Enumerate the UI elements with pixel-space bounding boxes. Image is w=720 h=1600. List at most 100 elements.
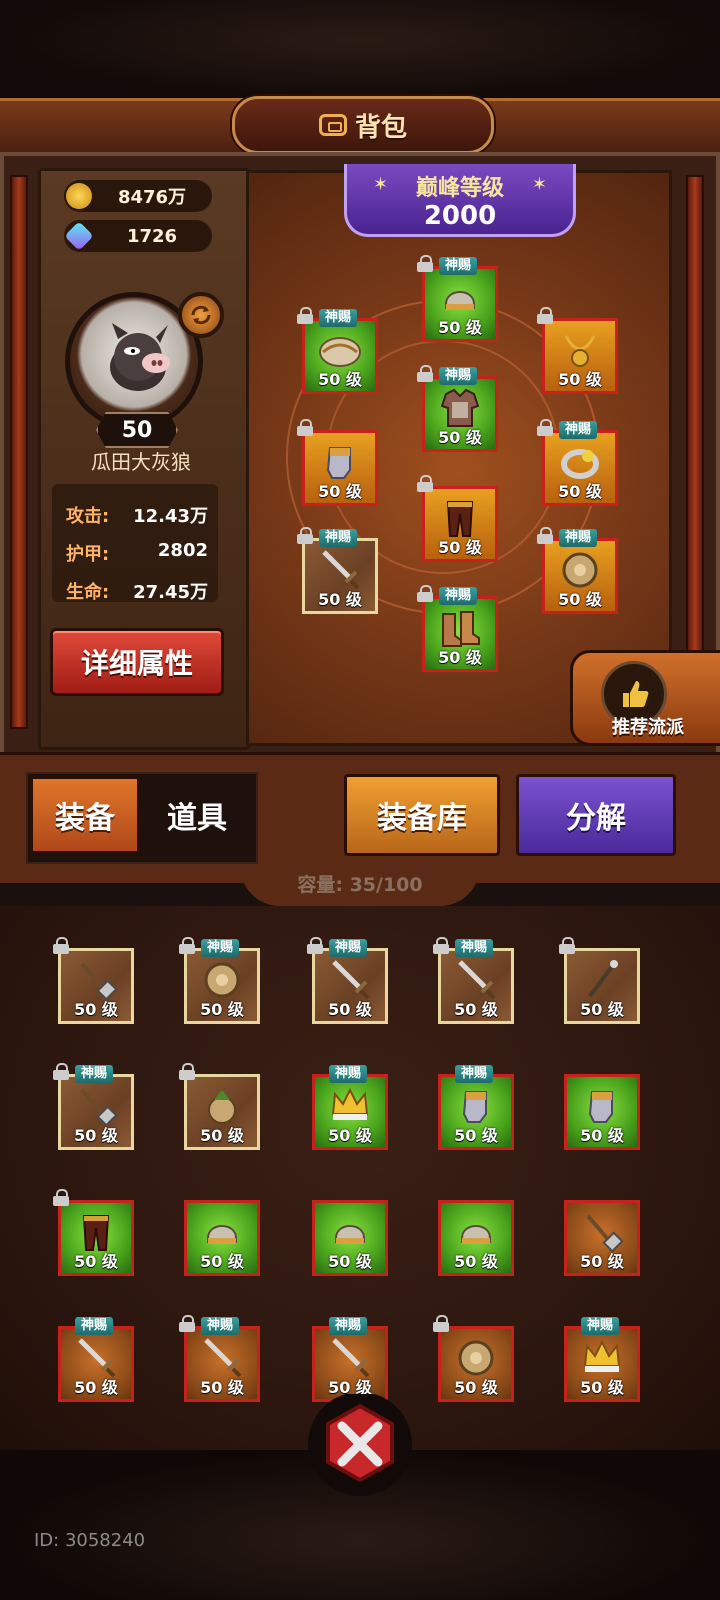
equip-slot-pants[interactable]: 50 级	[417, 475, 498, 562]
detail-attributes-button[interactable]: 详细属性	[50, 628, 224, 696]
item-level: 50 级	[200, 1000, 244, 1019]
divine-tag: 神赐	[439, 367, 478, 385]
item-level: 50 级	[318, 370, 362, 389]
peak-level-value: 2000	[423, 201, 497, 231]
equip-slot-armor[interactable]: 神赐 50 级	[417, 365, 498, 452]
player-id: ID: 3058240	[34, 1530, 146, 1551]
stat-label: 攻击:	[66, 506, 110, 527]
lock-icon	[417, 585, 433, 602]
gem-icon	[64, 221, 94, 251]
gold-amount: 8476万	[117, 187, 187, 208]
item-level: 50 级	[580, 1378, 624, 1397]
lock-icon	[297, 527, 313, 544]
item-level: 50 级	[438, 538, 482, 557]
inventory-item[interactable]: 50 级	[438, 1200, 514, 1276]
item-level: 50 级	[558, 370, 602, 389]
divine-tag: 神赐	[439, 257, 478, 275]
gold-counter: 8476万	[64, 180, 212, 212]
inventory-item[interactable]: 神赐 50 级	[307, 937, 388, 1024]
inventory-item[interactable]: 50 级	[53, 937, 134, 1024]
equip-slot-shield[interactable]: 神赐 50 级	[537, 527, 618, 614]
lock-icon	[53, 937, 69, 954]
divine-tag: 神赐	[439, 587, 478, 605]
stat-value: 2802	[157, 540, 208, 561]
gem-counter: 1726	[64, 220, 212, 252]
top-background	[0, 0, 720, 100]
star-icon: ✶	[531, 174, 547, 195]
inventory-item[interactable]: 50 级	[564, 1074, 640, 1150]
pig-portrait-icon	[110, 323, 170, 391]
close-button[interactable]	[300, 1392, 420, 1504]
lock-icon	[537, 307, 553, 324]
left-rail	[10, 175, 28, 729]
equip-slot-necklace[interactable]: 50 级	[537, 307, 618, 394]
recommend-build-button[interactable]: 推荐流派	[570, 650, 720, 746]
inventory-item[interactable]: 50 级	[559, 937, 640, 1024]
lock-icon	[53, 1189, 69, 1206]
lock-icon	[297, 419, 313, 436]
item-level: 50 级	[454, 1000, 498, 1019]
lock-icon	[433, 1315, 449, 1332]
inventory-item[interactable]: 50 级	[53, 1189, 134, 1276]
inventory-item[interactable]: 神赐 50 级	[58, 1317, 134, 1402]
decompose-button[interactable]: 分解	[516, 774, 676, 856]
lock-icon	[53, 1063, 69, 1080]
capacity-label: 容量: 35/100	[240, 866, 480, 906]
lock-icon	[417, 475, 433, 492]
item-level: 50 级	[318, 590, 362, 609]
divine-tag: 神赐	[559, 529, 598, 547]
lock-icon	[179, 1063, 195, 1080]
equip-slot-shoulder[interactable]: 神赐 50 级	[297, 307, 378, 394]
lock-icon	[179, 1315, 195, 1332]
item-level: 50 级	[438, 648, 482, 667]
inventory-item[interactable]: 50 级	[184, 1200, 260, 1276]
lock-icon	[559, 937, 575, 954]
tab-equipment[interactable]: 装备	[30, 776, 140, 854]
stat-label: 护甲:	[66, 544, 110, 565]
divine-tag: 神赐	[319, 309, 358, 327]
lock-icon	[417, 365, 433, 382]
stat-value: 12.43万	[133, 506, 208, 527]
item-level: 50 级	[438, 428, 482, 447]
stat-attack: 攻击: 12.43万	[66, 502, 208, 528]
inventory-item[interactable]: 神赐 50 级	[179, 1315, 260, 1402]
equip-slot-helmet[interactable]: 神赐 50 级	[417, 255, 498, 342]
swap-hero-button[interactable]	[178, 292, 224, 338]
item-level: 50 级	[318, 482, 362, 501]
item-level: 50 级	[580, 1126, 624, 1145]
divine-tag: 神赐	[329, 939, 368, 957]
inventory-item[interactable]: 神赐 50 级	[312, 1065, 388, 1150]
inventory-item[interactable]: 50 级	[433, 1315, 514, 1402]
divine-tag: 神赐	[201, 939, 240, 957]
inventory-item[interactable]: 50 级	[312, 1200, 388, 1276]
gem-amount: 1726	[126, 225, 178, 247]
item-level: 50 级	[454, 1252, 498, 1271]
divine-tag: 神赐	[559, 421, 598, 439]
equip-slot-gloves[interactable]: 50 级	[297, 419, 378, 506]
inventory-item[interactable]: 50 级	[564, 1200, 640, 1276]
item-level: 50 级	[580, 1252, 624, 1271]
inventory-item[interactable]: 神赐 50 级	[438, 1065, 514, 1150]
equip-slot-ring[interactable]: 神赐 50 级	[537, 419, 618, 506]
inventory-item[interactable]: 神赐 50 级	[312, 1317, 388, 1402]
item-level: 50 级	[454, 1378, 498, 1397]
item-level: 50 级	[558, 590, 602, 609]
item-level: 50 级	[74, 1252, 118, 1271]
star-icon: ✶	[373, 174, 389, 195]
recommend-build-label: 推荐流派	[612, 717, 684, 738]
inventory-item[interactable]: 神赐 50 级	[179, 937, 260, 1024]
inventory-item[interactable]: 神赐 50 级	[564, 1317, 640, 1402]
equip-slot-boots[interactable]: 神赐 50 级	[417, 585, 498, 672]
equip-slot-weapon[interactable]: 神赐 50 级	[297, 527, 378, 614]
tab-items[interactable]: 道具	[142, 776, 252, 854]
item-level: 50 级	[74, 1378, 118, 1397]
lock-icon	[417, 255, 433, 272]
lock-icon	[537, 419, 553, 436]
inventory-item[interactable]: 神赐 50 级	[433, 937, 514, 1024]
item-level: 50 级	[454, 1126, 498, 1145]
inventory-item[interactable]: 50 级	[179, 1063, 260, 1150]
equipment-library-button[interactable]: 装备库	[344, 774, 500, 856]
item-level: 50 级	[328, 1252, 372, 1271]
item-level: 50 级	[200, 1378, 244, 1397]
inventory-item[interactable]: 神赐 50 级	[53, 1063, 134, 1150]
